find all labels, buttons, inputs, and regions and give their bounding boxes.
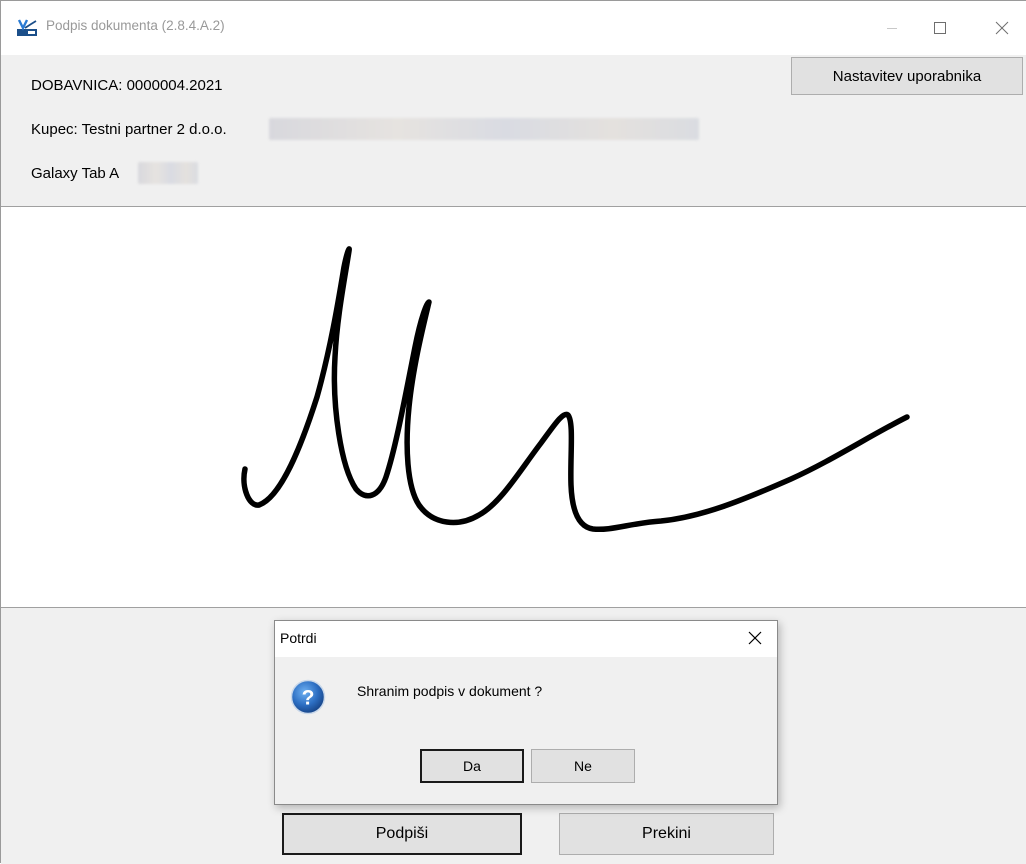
document-number: DOBAVNICA: 0000004.2021 bbox=[31, 77, 223, 94]
device-name: Galaxy Tab A bbox=[31, 165, 120, 182]
close-icon bbox=[995, 21, 1009, 35]
signature-stroke bbox=[241, 246, 910, 533]
redacted-device-id bbox=[138, 162, 198, 184]
dialog-message: Shranim podpis v dokument ? bbox=[357, 683, 543, 699]
document-info-panel: DOBAVNICA: 0000004.2021 Kupec: Testni pa… bbox=[1, 55, 1026, 207]
customer-name: Kupec: Testni partner 2 d.o.o. bbox=[31, 121, 227, 138]
signing-window: Podpis dokumenta (2.8.4.A.2) DOBAVNICA: … bbox=[0, 0, 1026, 864]
maximize-icon bbox=[934, 22, 946, 34]
yes-button[interactable]: Da bbox=[420, 749, 524, 783]
close-window-button[interactable] bbox=[979, 1, 1025, 55]
close-icon bbox=[748, 631, 762, 645]
confirm-dialog: Potrdi ? Shranim podpis v dokument ? Da bbox=[274, 620, 778, 805]
dialog-title-bar[interactable]: Potrdi bbox=[275, 621, 777, 657]
title-bar[interactable]: Podpis dokumenta (2.8.4.A.2) bbox=[1, 1, 1026, 55]
svg-text:?: ? bbox=[302, 687, 315, 710]
redacted-customer-address bbox=[269, 118, 699, 140]
signature-app-icon bbox=[17, 19, 37, 36]
user-settings-button[interactable]: Nastavitev uporabnika bbox=[791, 57, 1023, 95]
no-button[interactable]: Ne bbox=[531, 749, 635, 783]
dialog-title: Potrdi bbox=[280, 630, 317, 646]
minimize-icon bbox=[887, 28, 897, 29]
question-icon: ? bbox=[290, 679, 326, 715]
minimize-button[interactable] bbox=[869, 1, 915, 55]
dialog-close-button[interactable] bbox=[733, 621, 777, 655]
window-title: Podpis dokumenta (2.8.4.A.2) bbox=[46, 18, 225, 33]
sign-button[interactable]: Podpiši bbox=[282, 813, 522, 855]
signature-canvas[interactable] bbox=[1, 207, 1026, 608]
cancel-button[interactable]: Prekini bbox=[559, 813, 774, 855]
maximize-button[interactable] bbox=[917, 1, 963, 55]
